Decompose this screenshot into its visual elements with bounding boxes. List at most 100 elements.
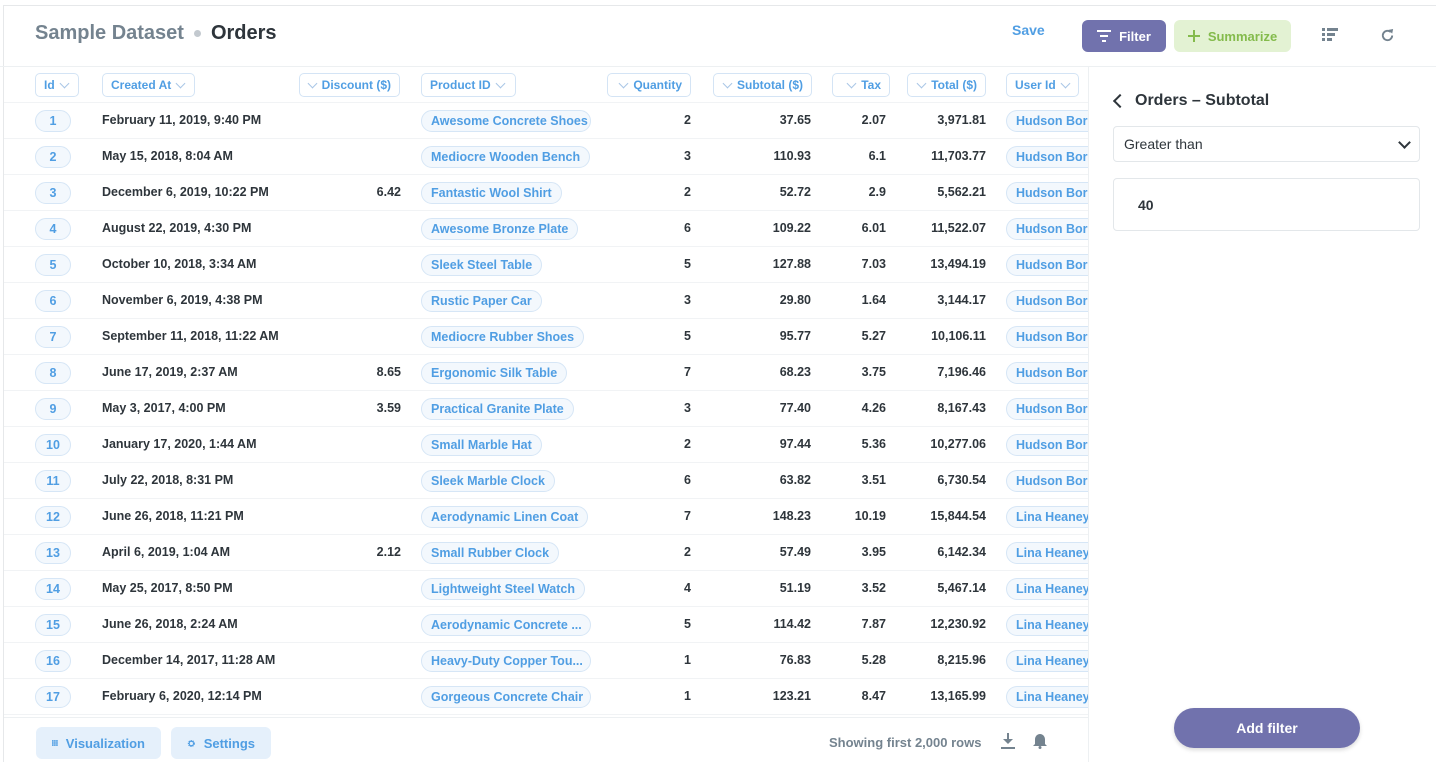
user-link[interactable]: Hudson Borer: [1006, 110, 1088, 132]
row-id-link[interactable]: 3: [35, 182, 71, 204]
column-header-created-at[interactable]: Created At: [102, 73, 195, 97]
summarize-button[interactable]: Summarize: [1174, 20, 1291, 52]
row-id-link[interactable]: 14: [35, 578, 71, 600]
tax-cell: 2.07: [861, 113, 886, 127]
table-row: 6 November 6, 2019, 4:38 PM 3 29.80 1.64 3,14…: [4, 283, 1088, 319]
quantity-cell: 2: [684, 545, 691, 559]
total-cell: 10,277.06: [930, 437, 986, 451]
total-cell: 11,703.77: [931, 149, 986, 163]
row-id-link[interactable]: 4: [35, 218, 71, 240]
row-id-link[interactable]: 2: [35, 146, 71, 168]
row-id-link[interactable]: 12: [35, 506, 71, 528]
list-icon[interactable]: [1321, 26, 1339, 44]
product-link[interactable]: Heavy-Duty Copper Tou...: [421, 650, 591, 672]
user-link[interactable]: Lina Heaney: [1006, 686, 1088, 708]
quantity-cell: 3: [684, 149, 691, 163]
user-link[interactable]: Hudson Borer: [1006, 254, 1088, 276]
row-id-link[interactable]: 11: [35, 470, 71, 492]
tax-cell: 7.03: [861, 257, 886, 271]
back-chevron-icon[interactable]: [1112, 93, 1128, 109]
product-link[interactable]: Aerodynamic Concrete ...: [421, 614, 591, 636]
row-id-link[interactable]: 8: [35, 362, 71, 384]
user-link[interactable]: Hudson Borer: [1006, 434, 1088, 456]
discount-cell: 2.12: [376, 545, 401, 559]
column-header-label: Id: [44, 78, 55, 92]
user-link[interactable]: Hudson Borer: [1006, 470, 1088, 492]
quantity-cell: 5: [684, 329, 691, 343]
user-link[interactable]: Hudson Borer: [1006, 326, 1088, 348]
product-link[interactable]: Small Rubber Clock: [421, 542, 560, 564]
breadcrumb-database[interactable]: Sample Dataset: [35, 22, 184, 45]
created-at-cell: December 6, 2019, 10:22 PM: [102, 185, 269, 199]
product-link[interactable]: Mediocre Rubber Shoes: [421, 326, 585, 348]
user-link[interactable]: Hudson Borer: [1006, 290, 1088, 312]
query-footer: Visualization Settings Showing first 2,0…: [4, 717, 1088, 763]
row-id-link[interactable]: 17: [35, 686, 71, 708]
column-header-discount[interactable]: Discount ($): [299, 73, 400, 97]
user-link[interactable]: Hudson Borer: [1006, 362, 1088, 384]
user-link[interactable]: Lina Heaney: [1006, 650, 1088, 672]
user-link[interactable]: Lina Heaney: [1006, 506, 1088, 528]
product-link[interactable]: Practical Granite Plate: [421, 398, 574, 420]
row-id-link[interactable]: 7: [35, 326, 71, 348]
row-id-link[interactable]: 5: [35, 254, 71, 276]
row-id-link[interactable]: 1: [35, 110, 71, 132]
download-icon[interactable]: [1001, 733, 1017, 751]
column-header-tax[interactable]: Tax: [832, 73, 890, 97]
product-link[interactable]: Fantastic Wool Shirt: [421, 182, 562, 204]
save-button[interactable]: Save: [1012, 22, 1045, 38]
user-link[interactable]: Hudson Borer: [1006, 182, 1088, 204]
product-link[interactable]: Rustic Paper Car: [421, 290, 542, 312]
product-link[interactable]: Lightweight Steel Watch: [421, 578, 585, 600]
user-link[interactable]: Hudson Borer: [1006, 146, 1088, 168]
add-filter-button[interactable]: Add filter: [1174, 708, 1360, 748]
filter-value-input[interactable]: 40: [1113, 178, 1420, 231]
product-link[interactable]: Awesome Bronze Plate: [421, 218, 579, 240]
visualization-button[interactable]: Visualization: [36, 727, 161, 759]
row-id-link[interactable]: 10: [35, 434, 71, 456]
tax-cell: 3.75: [861, 365, 886, 379]
user-link[interactable]: Hudson Borer: [1006, 218, 1088, 240]
quantity-cell: 2: [684, 437, 691, 451]
column-header-product-id[interactable]: Product ID: [421, 73, 516, 97]
product-link[interactable]: Mediocre Wooden Bench: [421, 146, 591, 168]
total-cell: 8,167.43: [937, 401, 986, 415]
user-link[interactable]: Lina Heaney: [1006, 542, 1088, 564]
column-header-subtotal[interactable]: Subtotal ($): [713, 73, 812, 97]
row-id-link[interactable]: 15: [35, 614, 71, 636]
row-id-link[interactable]: 13: [35, 542, 71, 564]
product-link[interactable]: Sleek Steel Table: [421, 254, 543, 276]
filter-button[interactable]: Filter: [1082, 20, 1166, 52]
user-link[interactable]: Lina Heaney: [1006, 614, 1088, 636]
column-header-quantity[interactable]: Quantity: [607, 73, 691, 97]
product-link[interactable]: Gorgeous Concrete Chair: [421, 686, 591, 708]
column-header-id[interactable]: Id: [35, 73, 79, 97]
product-link[interactable]: Aerodynamic Linen Coat: [421, 506, 589, 528]
tax-cell: 6.01: [861, 221, 886, 235]
table-row: 4 August 22, 2019, 4:30 PM 6 109.22 6.01 11,5…: [4, 211, 1088, 247]
summarize-button-label: Summarize: [1207, 28, 1278, 44]
quantity-cell: 5: [684, 617, 691, 631]
total-cell: 13,494.19: [930, 257, 986, 271]
refresh-icon[interactable]: [1378, 26, 1396, 44]
row-id-link[interactable]: 16: [35, 650, 71, 672]
column-header-label: Tax: [861, 78, 881, 92]
product-link[interactable]: Sleek Marble Clock: [421, 470, 555, 492]
filter-column-title[interactable]: Orders – Subtotal: [1112, 92, 1269, 110]
created-at-cell: May 15, 2018, 8:04 AM: [102, 149, 233, 163]
user-link[interactable]: Lina Heaney: [1006, 578, 1088, 600]
settings-button[interactable]: Settings: [171, 727, 271, 759]
row-id-link[interactable]: 6: [35, 290, 71, 312]
product-link[interactable]: Awesome Concrete Shoes: [421, 110, 591, 132]
user-link[interactable]: Hudson Borer: [1006, 398, 1088, 420]
column-header-total[interactable]: Total ($): [907, 73, 986, 97]
tax-cell: 3.52: [861, 581, 886, 595]
product-link[interactable]: Small Marble Hat: [421, 434, 542, 456]
operator-select[interactable]: Greater than: [1113, 126, 1420, 162]
bell-icon[interactable]: [1032, 733, 1048, 751]
product-link[interactable]: Ergonomic Silk Table: [421, 362, 568, 384]
quantity-cell: 3: [684, 401, 691, 415]
row-id-link[interactable]: 9: [35, 398, 71, 420]
column-header-user-id[interactable]: User Id: [1006, 73, 1079, 97]
tax-cell: 10.19: [854, 509, 886, 523]
